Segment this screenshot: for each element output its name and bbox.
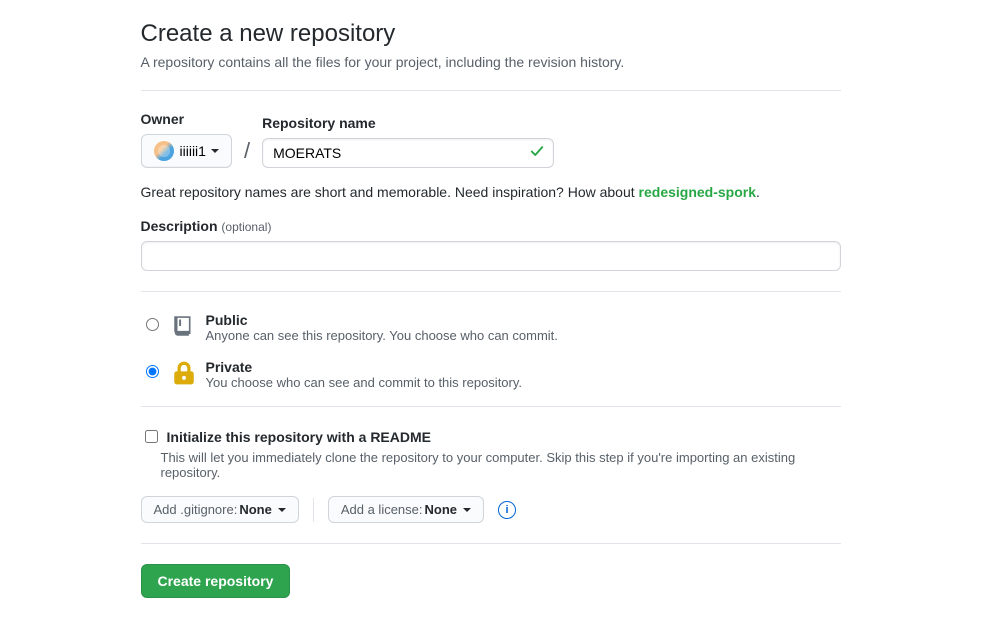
- owner-select[interactable]: iiiiii1: [141, 134, 232, 168]
- readme-checkbox-label[interactable]: Initialize this repository with a README: [141, 427, 841, 446]
- repo-icon: [170, 312, 198, 340]
- visibility-public[interactable]: Public Anyone can see this repository. Y…: [141, 312, 841, 343]
- name-hint: Great repository names are short and mem…: [141, 184, 841, 200]
- repo-name-input[interactable]: [262, 138, 554, 168]
- gitignore-select[interactable]: Add .gitignore: None: [141, 496, 299, 523]
- private-title: Private: [206, 359, 523, 375]
- repo-name-label: Repository name: [262, 115, 554, 131]
- caret-down-icon: [278, 508, 286, 512]
- owner-label: Owner: [141, 111, 232, 127]
- owner-username: iiiiii1: [180, 143, 206, 159]
- page-subtitle: A repository contains all the files for …: [141, 54, 841, 70]
- private-desc: You choose who can see and commit to thi…: [206, 375, 523, 390]
- lock-icon: [170, 359, 198, 387]
- visibility-private[interactable]: Private You choose who can see and commi…: [141, 359, 841, 390]
- divider: [141, 543, 841, 544]
- caret-down-icon: [211, 149, 219, 153]
- vertical-divider: [313, 498, 314, 522]
- suggestion-link[interactable]: redesigned-spork: [639, 184, 756, 200]
- caret-down-icon: [463, 508, 471, 512]
- check-icon: [530, 145, 544, 162]
- public-title: Public: [206, 312, 558, 328]
- license-select[interactable]: Add a license: None: [328, 496, 484, 523]
- info-icon[interactable]: i: [498, 501, 516, 519]
- private-radio[interactable]: [146, 365, 159, 378]
- divider: [141, 90, 841, 91]
- public-radio[interactable]: [146, 318, 159, 331]
- readme-checkbox[interactable]: [145, 430, 158, 443]
- optional-text: (optional): [221, 220, 271, 234]
- divider: [141, 406, 841, 407]
- avatar: [154, 141, 174, 161]
- description-label: Description (optional): [141, 218, 272, 234]
- page-title: Create a new repository: [141, 20, 841, 48]
- readme-desc: This will let you immediately clone the …: [161, 450, 841, 480]
- create-repository-button[interactable]: Create repository: [141, 564, 291, 598]
- description-input[interactable]: [141, 241, 841, 271]
- slash-separator: /: [244, 138, 250, 164]
- divider: [141, 291, 841, 292]
- public-desc: Anyone can see this repository. You choo…: [206, 328, 558, 343]
